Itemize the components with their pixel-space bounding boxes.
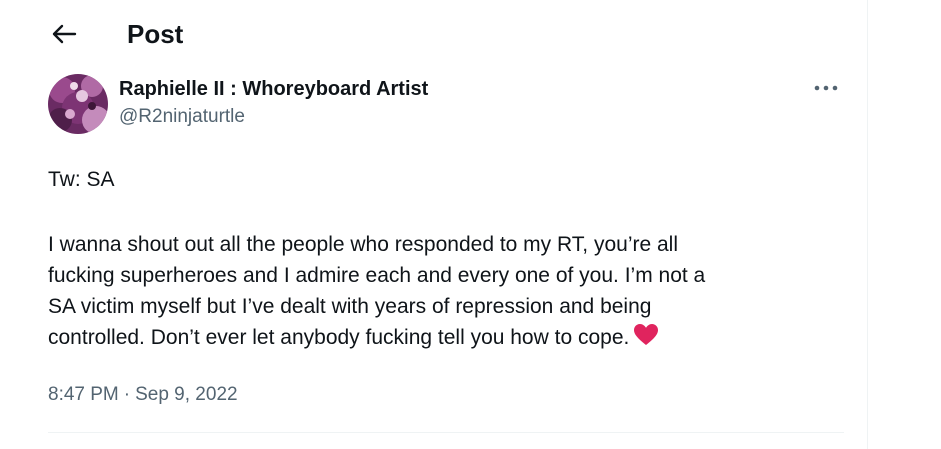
post-time: 8:47 PM [48,384,119,405]
arrow-left-icon [52,24,77,44]
tweet-text-line-last: controlled. Don’t ever let anybody fucki… [48,322,838,356]
post-date: Sep 9, 2022 [135,384,238,405]
tweet-text-line: I wanna shout out all the people who res… [48,233,678,256]
tweet-content-warning: Tw: SA [48,168,115,191]
post-author: Raphielle II : Whoreyboard Artist @R2nin… [48,74,848,136]
post-header: Post [22,0,867,70]
tweet-text-line: fucking superheroes and I admire each an… [48,264,706,287]
divider [48,432,844,433]
avatar[interactable] [48,74,108,134]
meta-separator: · [123,384,131,405]
author-display-name[interactable]: Raphielle II : Whoreyboard Artist [119,76,428,102]
red-heart-icon [633,323,659,356]
post-panel: Post Raphielle II : Whoreyboard Artist @… [22,0,868,449]
author-handle[interactable]: @R2ninjaturtle [119,104,245,130]
post-timestamp[interactable]: 8:47 PM · Sep 9, 2022 [48,382,238,408]
tweet-text-line: SA victim myself but I’ve dealt with yea… [48,295,652,318]
back-button[interactable] [48,18,80,50]
more-options-button[interactable] [812,78,840,98]
tweet-text-line: controlled. Don’t ever let anybody fucki… [48,326,630,349]
more-horizontal-icon [814,85,838,91]
avatar-image [48,74,108,134]
page-title: Post [127,19,184,49]
tweet-text: I wanna shout out all the people who res… [48,229,838,356]
